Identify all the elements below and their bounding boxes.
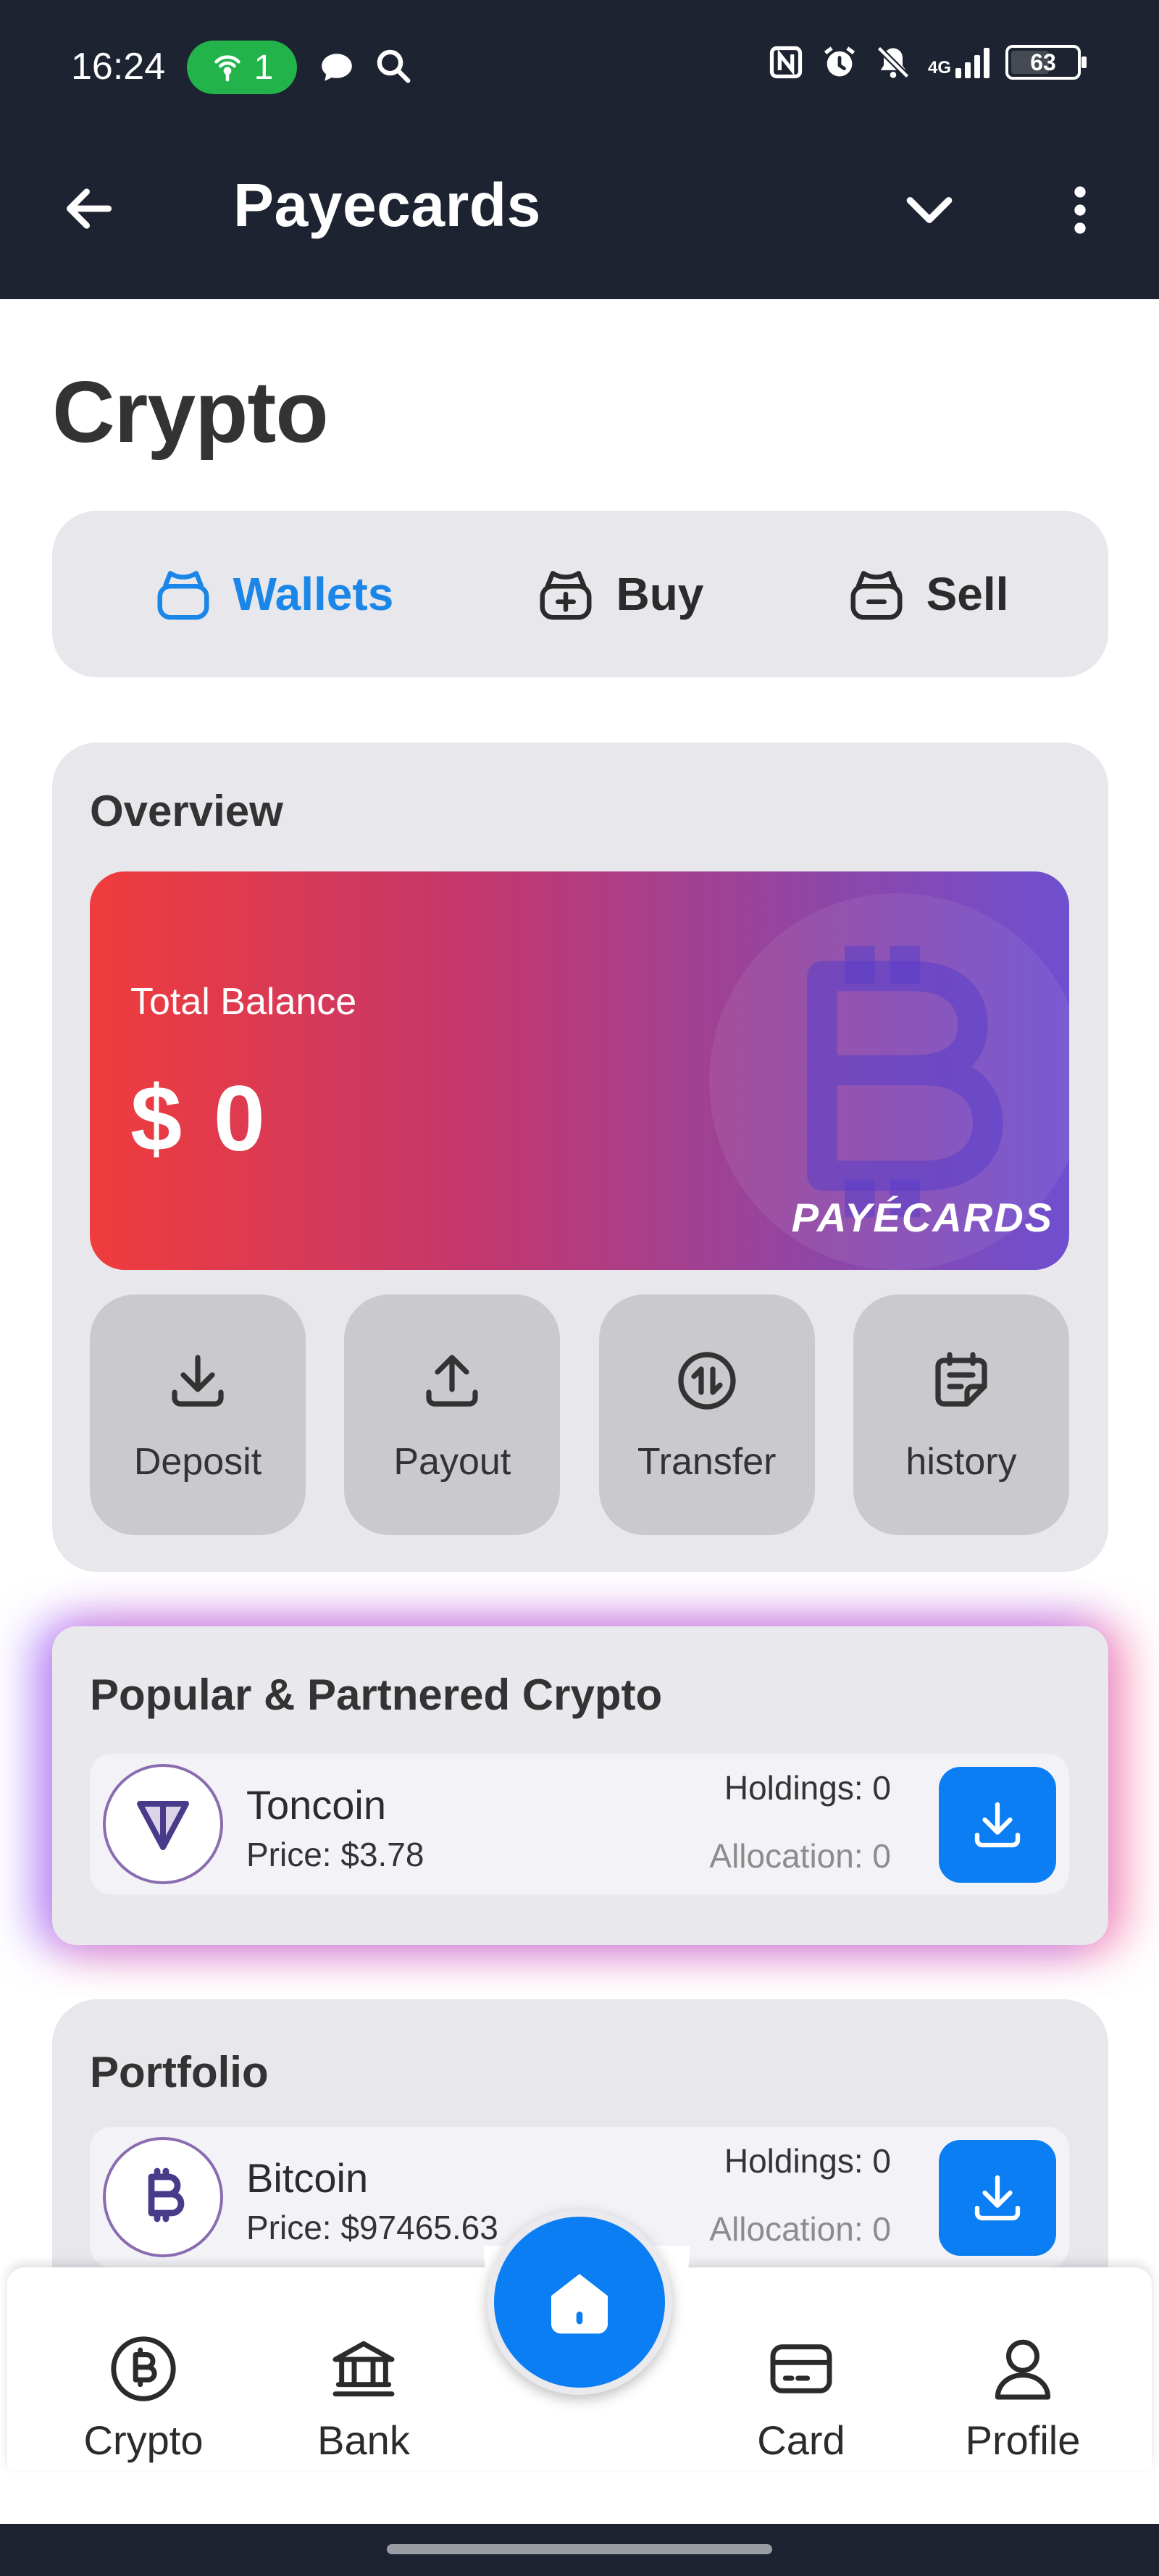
network-type: 4G bbox=[927, 58, 951, 78]
coin-allocation: Allocation: 0 bbox=[709, 1837, 891, 1875]
history-icon bbox=[935, 1352, 987, 1407]
dropdown-button[interactable] bbox=[897, 177, 962, 243]
bitcoin-icon bbox=[103, 2137, 223, 2257]
portfolio-title: Portfolio bbox=[90, 2048, 269, 2096]
status-time: 16:24 bbox=[71, 46, 166, 88]
page-title: Crypto bbox=[52, 364, 329, 461]
history-button[interactable]: history bbox=[853, 1295, 1069, 1535]
payecards-logo: PAYÉCARDS bbox=[791, 1195, 1053, 1240]
more-options-button[interactable] bbox=[1047, 177, 1113, 243]
app-title: Payecards bbox=[233, 171, 541, 239]
coin-price: Price: $3.78 bbox=[246, 1836, 424, 1873]
deposit-label: Deposit bbox=[133, 1441, 262, 1483]
history-label: history bbox=[905, 1441, 1017, 1483]
nav-card[interactable]: Card bbox=[714, 2331, 888, 2464]
profile-icon bbox=[995, 2339, 1051, 2400]
gesture-handle[interactable] bbox=[387, 2544, 772, 2554]
transfer-button[interactable]: Transfer bbox=[598, 1295, 815, 1535]
back-button[interactable] bbox=[57, 176, 122, 241]
hotspot-count: 1 bbox=[254, 48, 274, 87]
search-icon bbox=[377, 49, 411, 83]
transfer-icon bbox=[678, 1352, 736, 1410]
deposit-button[interactable]: Deposit bbox=[90, 1295, 306, 1535]
overview-title: Overview bbox=[90, 787, 283, 835]
wallet-minus-icon bbox=[850, 571, 903, 620]
transfer-label: Transfer bbox=[637, 1441, 777, 1483]
balance-value: $ 0 bbox=[130, 1067, 268, 1171]
popular-crypto-card: Popular & Partnered Crypto Toncoin Price… bbox=[52, 1626, 1108, 1945]
upload-icon bbox=[426, 1355, 478, 1407]
more-vertical-icon bbox=[1074, 186, 1086, 234]
wallet-plus-icon bbox=[540, 571, 592, 620]
wallet-icon bbox=[157, 571, 209, 620]
coin-allocation: Allocation: 0 bbox=[709, 2210, 891, 2248]
card-icon bbox=[770, 2344, 832, 2393]
coin-price: Price: $97465.63 bbox=[246, 2209, 498, 2246]
download-icon bbox=[172, 1355, 224, 1407]
toncoin-deposit-button[interactable] bbox=[939, 1767, 1056, 1883]
hotspot-badge: 1 bbox=[187, 41, 297, 94]
nav-bank-label: Bank bbox=[317, 2417, 410, 2463]
tab-wallets[interactable]: Wallets bbox=[152, 563, 394, 625]
back-arrow-icon bbox=[67, 188, 112, 229]
bitcoin-deposit-button[interactable] bbox=[939, 2140, 1056, 2256]
chat-icon bbox=[322, 54, 352, 81]
tab-sell-label: Sell bbox=[926, 568, 1009, 620]
coin-name: Toncoin bbox=[246, 1782, 387, 1828]
tab-buy-label: Buy bbox=[616, 568, 704, 620]
battery-icon: 63 bbox=[1005, 45, 1087, 80]
gesture-bar bbox=[0, 2524, 1159, 2576]
hotspot-icon bbox=[214, 55, 240, 82]
bank-icon bbox=[332, 2341, 395, 2397]
overview-card: Overview Total Balance $ 0 PAYÉCARDS Dep… bbox=[52, 743, 1108, 1572]
chevron-down-icon bbox=[906, 197, 953, 223]
battery-fill bbox=[1011, 51, 1050, 74]
coin-holdings: Holdings: 0 bbox=[724, 1769, 891, 1807]
nav-bank[interactable]: Bank bbox=[277, 2331, 451, 2464]
tab-buy[interactable]: Buy bbox=[535, 563, 703, 625]
nav-crypto-label: Crypto bbox=[83, 2417, 204, 2463]
download-icon bbox=[974, 1802, 1021, 1848]
balance-label: Total Balance bbox=[130, 981, 357, 1023]
app-bar: Payecards bbox=[0, 134, 1159, 299]
tab-wallets-label: Wallets bbox=[233, 568, 394, 620]
status-icons: 4G 63 bbox=[767, 43, 1087, 81]
nav-profile-label: Profile bbox=[965, 2417, 1081, 2463]
bitcoin-circle-icon bbox=[111, 2336, 176, 2401]
overview-actions: Deposit Payout Transfer history bbox=[90, 1295, 1069, 1535]
signal-icon: 4G bbox=[928, 46, 989, 78]
coin-row-toncoin[interactable]: Toncoin Price: $3.78 Holdings: 0 Allocat… bbox=[90, 1754, 1069, 1894]
home-icon bbox=[551, 2274, 608, 2334]
mute-icon bbox=[876, 46, 910, 79]
nav-card-label: Card bbox=[757, 2417, 845, 2463]
coin-holdings: Holdings: 0 bbox=[724, 2142, 891, 2180]
nav-profile[interactable]: Profile bbox=[936, 2331, 1110, 2464]
payout-label: Payout bbox=[393, 1441, 511, 1483]
crypto-tabs: Wallets Buy Sell bbox=[52, 511, 1108, 677]
coin-name: Bitcoin bbox=[246, 2155, 369, 2201]
payout-button[interactable]: Payout bbox=[344, 1295, 561, 1535]
alarm-icon bbox=[824, 46, 855, 77]
home-button[interactable] bbox=[487, 2209, 672, 2395]
tab-sell[interactable]: Sell bbox=[845, 563, 1009, 625]
toncoin-icon bbox=[103, 1764, 223, 1884]
nfc-icon bbox=[769, 46, 803, 79]
balance-card: Total Balance $ 0 PAYÉCARDS bbox=[90, 871, 1069, 1270]
download-icon bbox=[974, 2175, 1021, 2221]
status-bar: 16:24 1 4G 63 bbox=[0, 0, 1159, 134]
popular-title: Popular & Partnered Crypto bbox=[90, 1670, 663, 1719]
nav-crypto[interactable]: Crypto bbox=[57, 2331, 230, 2464]
